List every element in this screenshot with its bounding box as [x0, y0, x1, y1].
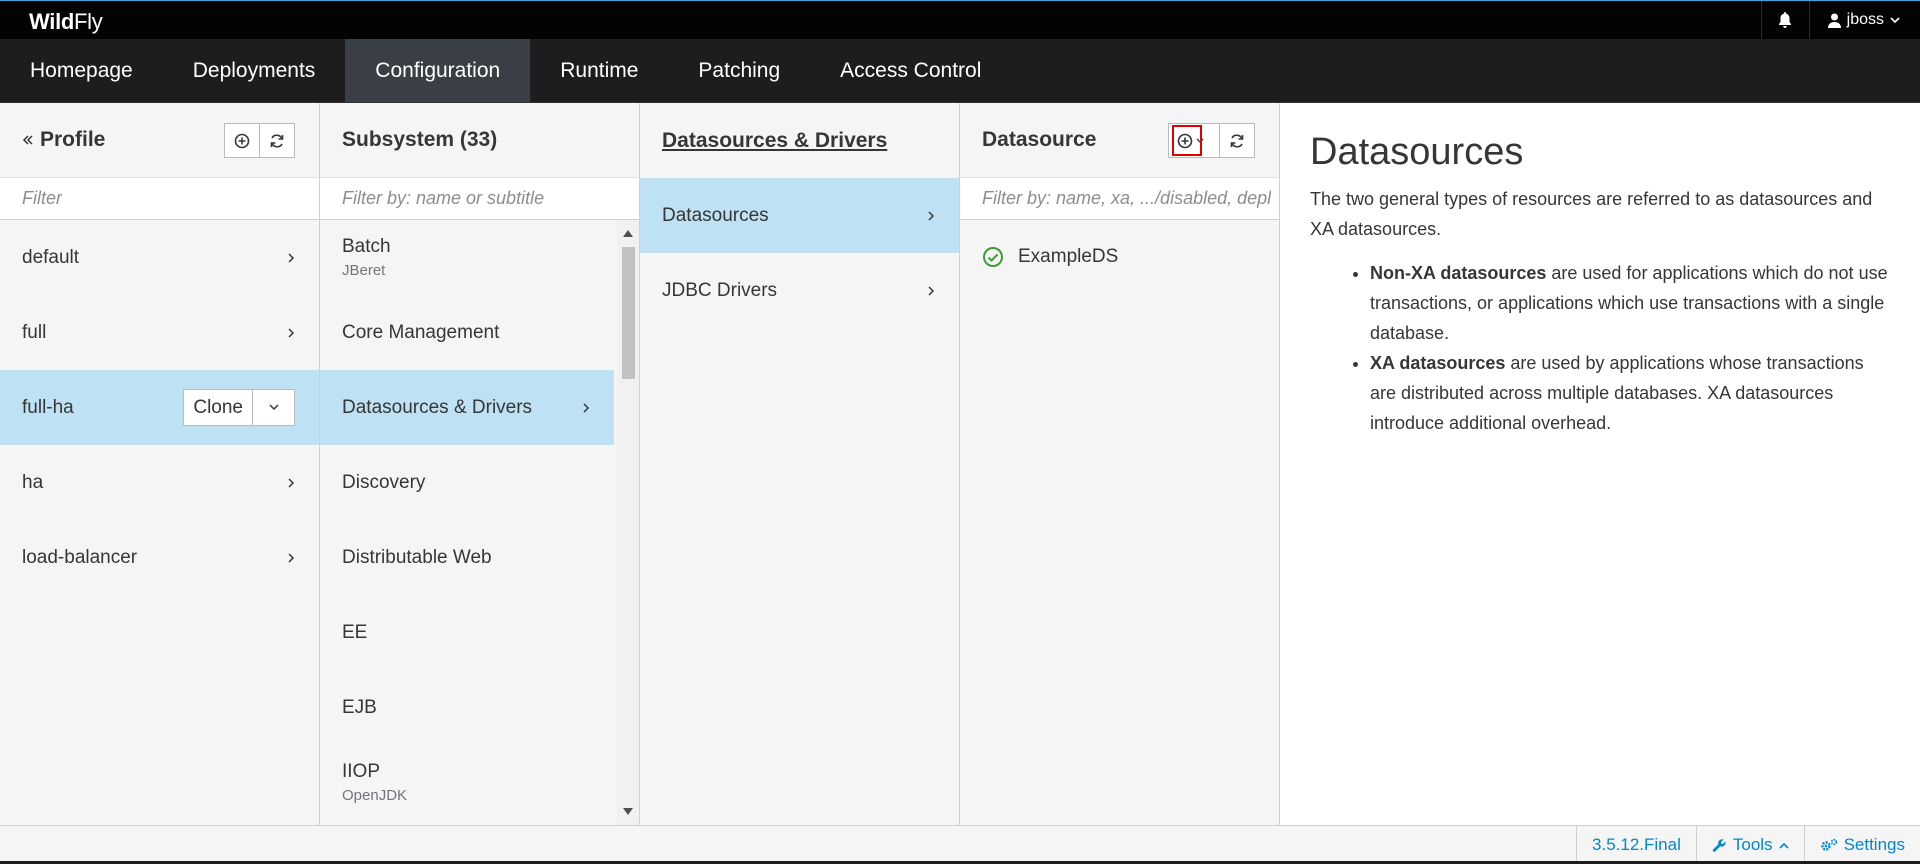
subsystem-item-discovery[interactable]: Discovery [320, 445, 614, 520]
settings-link[interactable]: Settings [1803, 826, 1920, 864]
chevron-down-icon [268, 404, 279, 411]
refresh-datasource-button[interactable] [1219, 123, 1255, 158]
filter-placeholder: Filter by: name, xa, .../disabled, depl [982, 188, 1272, 208]
filter-placeholder: Filter [22, 188, 62, 208]
profile-item-load-balancer[interactable]: load-balancer [0, 520, 319, 595]
scroll-up-arrow[interactable] [623, 230, 633, 237]
dsdrivers-item-datasources[interactable]: Datasources [640, 178, 959, 253]
user-menu[interactable]: jboss [1808, 1, 1920, 39]
tools-menu[interactable]: Tools [1695, 826, 1804, 864]
datasource-filter[interactable]: Filter by: name, xa, .../disabled, depl [960, 178, 1279, 220]
datasources-drivers-column: Datasources & Drivers Datasources JDBC D… [640, 103, 960, 825]
top-bar: WildFly jboss [0, 0, 1920, 39]
subsystem-item-datasources-drivers[interactable]: Datasources & Drivers [320, 370, 614, 445]
chevron-up-icon [1778, 842, 1789, 849]
profile-item-full[interactable]: full [0, 295, 319, 370]
chevron-right-icon [583, 402, 590, 413]
chevron-right-icon [928, 285, 935, 296]
subsystem-item-distributable-web[interactable]: Distributable Web [320, 520, 614, 595]
nav-patching[interactable]: Patching [668, 39, 810, 102]
chevron-right-icon [928, 210, 935, 221]
notifications-button[interactable] [1760, 1, 1809, 39]
user-icon [1827, 13, 1841, 28]
subsystem-title: Subsystem (33) [342, 128, 498, 151]
profile-item-ha[interactable]: ha [0, 445, 319, 520]
chevron-right-icon [288, 477, 295, 488]
subsystem-filter[interactable]: Filter by: name or subtitle [320, 178, 639, 220]
wrench-icon [1712, 838, 1726, 852]
subsystem-item-batch[interactable]: Batch JBeret [320, 220, 614, 295]
filter-placeholder: Filter by: name or subtitle [342, 188, 545, 208]
nav-configuration[interactable]: Configuration [345, 39, 531, 102]
preview-intro: The two general types of resources are r… [1310, 189, 1873, 239]
double-chevron-left-icon[interactable] [22, 134, 34, 146]
gears-icon [1820, 838, 1837, 851]
clone-button[interactable]: Clone [183, 389, 253, 426]
profile-title: Profile [40, 128, 106, 151]
footer: 3.5.12.Final Tools Settings [0, 825, 1920, 864]
nav-runtime[interactable]: Runtime [530, 39, 668, 102]
user-name: jboss [1846, 11, 1884, 28]
bullet-item: XA datasources are used by applications … [1370, 348, 1890, 438]
preview-bullets: Non-XA datasources are used for applicat… [1310, 258, 1890, 438]
version-link[interactable]: 3.5.12.Final [1576, 826, 1696, 864]
dsdrivers-item-jdbc-drivers[interactable]: JDBC Drivers [640, 253, 959, 328]
scroll-down-arrow[interactable] [623, 808, 633, 815]
datasource-header: Datasource [960, 103, 1279, 178]
bullet-item: Non-XA datasources are used for applicat… [1370, 258, 1890, 348]
subtitle: JBeret [342, 262, 386, 279]
main-nav: Homepage Deployments Configuration Runti… [0, 39, 1920, 103]
subsystem-scrollbar[interactable] [617, 220, 639, 825]
add-circle-icon [234, 133, 250, 148]
nav-homepage[interactable]: Homepage [0, 39, 163, 102]
profile-column: Profile Filter default full full-ha Clon… [0, 103, 320, 825]
add-profile-button[interactable] [224, 123, 260, 158]
datasource-item-exampleds[interactable]: ExampleDS [960, 220, 1279, 294]
preview-heading: Datasources [1310, 131, 1524, 173]
datasource-column: Datasource Filter by: name, xa, .../disa… [960, 103, 1280, 825]
nav-access-control[interactable]: Access Control [810, 39, 1011, 102]
datasources-drivers-header: Datasources & Drivers [640, 103, 959, 178]
datasource-title: Datasource [982, 128, 1097, 151]
bell-icon [1779, 12, 1792, 28]
clone-dropdown-toggle[interactable] [253, 389, 295, 426]
refresh-profile-button[interactable] [259, 123, 295, 158]
scroll-thumb[interactable] [622, 247, 635, 379]
subsystem-header: Subsystem (33) [320, 103, 639, 178]
chevron-down-icon [1890, 16, 1900, 23]
profile-header: Profile [0, 103, 319, 178]
chevron-right-icon [288, 552, 295, 563]
profile-filter[interactable]: Filter [0, 178, 319, 220]
brand-logo[interactable]: WildFly [29, 9, 103, 35]
chevron-right-icon [288, 327, 295, 338]
profile-item-full-ha[interactable]: full-ha Clone [0, 370, 319, 445]
subsystem-item-ee[interactable]: EE [320, 595, 614, 670]
highlight-box [1172, 125, 1202, 156]
subtitle: OpenJDK [342, 787, 408, 804]
nav-deployments[interactable]: Deployments [163, 39, 346, 102]
subsystem-column: Subsystem (33) Filter by: name or subtit… [320, 103, 640, 825]
preview-panel: Datasources The two general types of res… [1280, 103, 1920, 825]
refresh-icon [270, 133, 284, 148]
chevron-right-icon [288, 252, 295, 263]
profile-item-default[interactable]: default [0, 220, 319, 295]
subsystem-item-iiop[interactable]: IIOP OpenJDK [320, 745, 614, 820]
add-datasource-button[interactable] [1168, 123, 1220, 158]
datasources-drivers-title-link[interactable]: Datasources & Drivers [662, 129, 887, 153]
subsystem-item-core-management[interactable]: Core Management [320, 295, 614, 370]
subsystem-item-ejb[interactable]: EJB [320, 670, 614, 745]
refresh-icon [1230, 133, 1244, 148]
check-circle-icon [983, 247, 1003, 267]
